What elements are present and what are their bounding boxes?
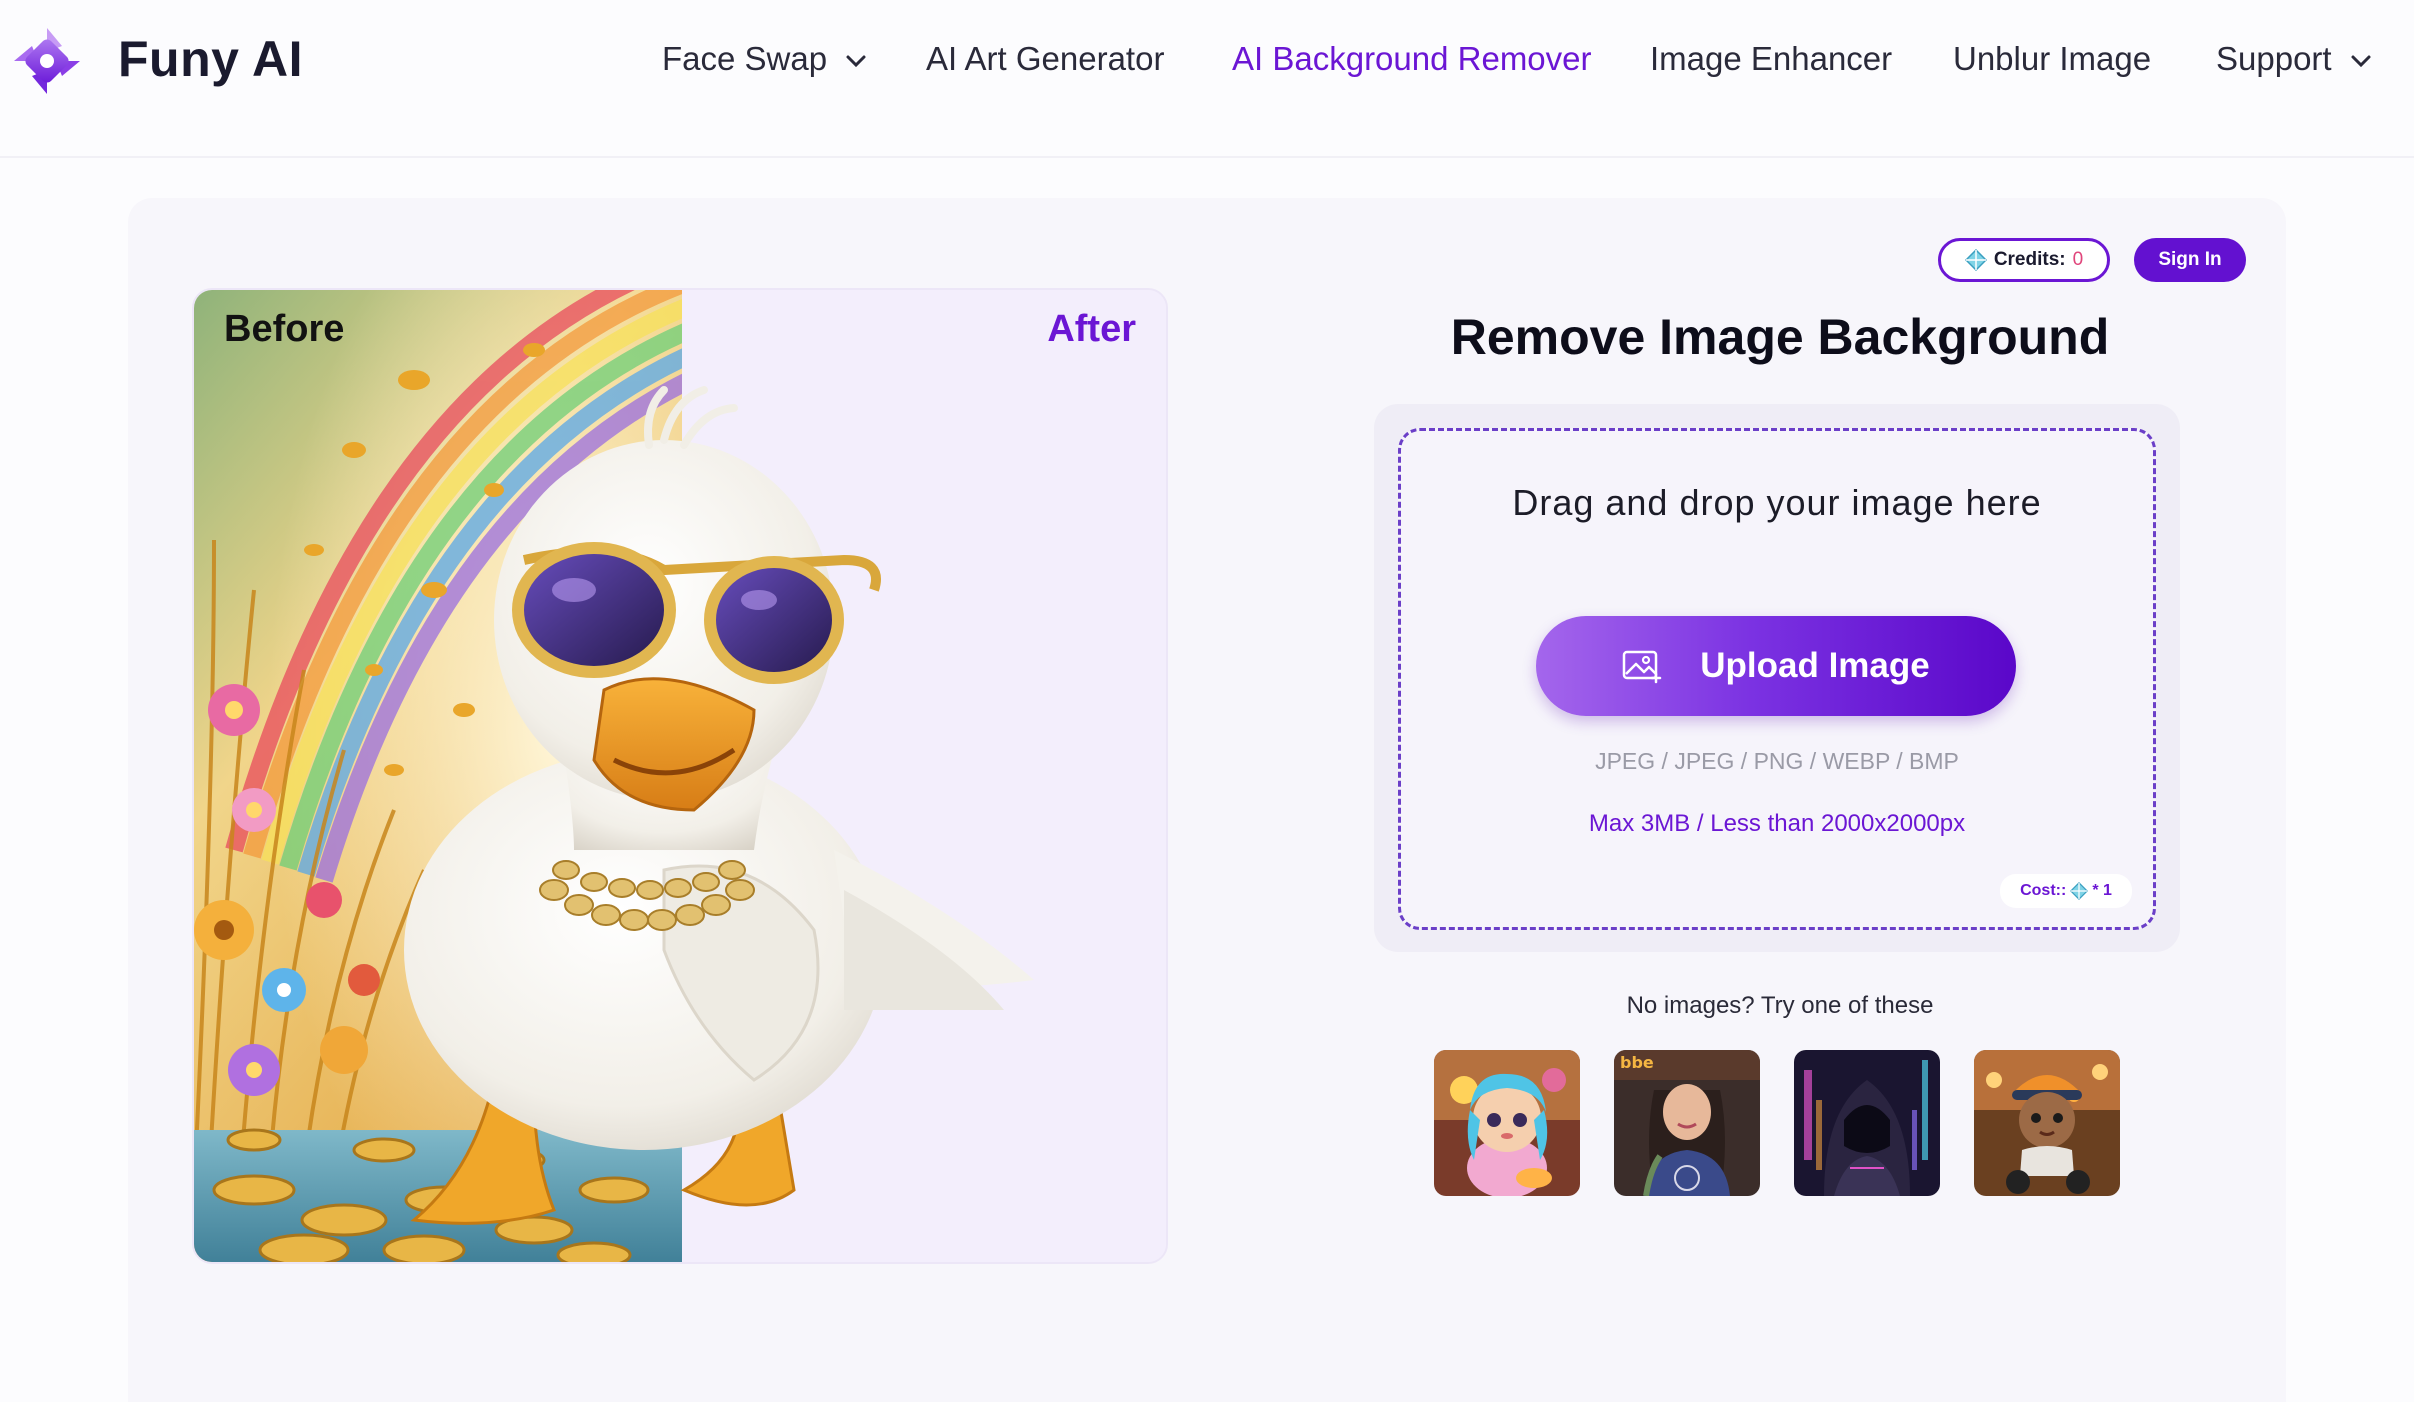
duck-comparison-image	[194, 290, 1166, 1262]
nav-image-enhancer-label: Image Enhancer	[1650, 40, 1893, 77]
chevron-down-icon	[846, 55, 866, 68]
nav-ai-art-generator[interactable]: AI Art Generator	[926, 40, 1164, 78]
samples-prompt: No images? Try one of these	[1626, 992, 1934, 1019]
size-limits: Max 3MB / Less than 2000x2000px	[1588, 810, 1966, 837]
nav-support-label: Support	[2216, 40, 2332, 77]
nav-ai-background-remover[interactable]: AI Background Remover	[1232, 40, 1592, 78]
upload-image-label: Upload Image	[1700, 646, 1930, 685]
image-add-icon	[1623, 650, 1662, 684]
svg-text:bbe: bbe	[1620, 1053, 1654, 1072]
sample-tattooed-woman[interactable]: bbe	[1614, 1050, 1760, 1196]
diamond-icon	[1964, 249, 1987, 271]
supported-formats: JPEG / JPEG / PNG / WEBP / BMP	[1595, 748, 1959, 774]
cost-badge: Cost:: * 1	[2000, 874, 2132, 908]
upload-image-button[interactable]: Upload Image	[1536, 616, 2016, 716]
chevron-down-icon	[2351, 55, 2371, 68]
nav-unblur-image-label: Unblur Image	[1953, 40, 2152, 77]
before-label: Before	[224, 308, 345, 350]
cost-label: Cost::	[2020, 882, 2067, 899]
nav-ai-art-generator-label: AI Art Generator	[926, 40, 1165, 77]
nav-face-swap-label: Face Swap	[662, 40, 828, 77]
top-navbar: Funy AI Face Swap AI Art Generator AI Ba…	[0, 0, 2414, 158]
sign-in-button[interactable]: Sign In	[2134, 238, 2246, 282]
nav-image-enhancer[interactable]: Image Enhancer	[1650, 40, 1892, 78]
drop-zone-text: Drag and drop your image here	[1512, 482, 2042, 523]
sample-boy-on-scooter[interactable]	[1974, 1050, 2120, 1196]
credits-label: Credits:	[1993, 249, 2066, 270]
credits-badge[interactable]: Credits: 0	[1938, 238, 2110, 282]
nav-unblur-image[interactable]: Unblur Image	[1953, 40, 2151, 78]
brand-name[interactable]: Funy AI	[118, 30, 303, 88]
pinwheel-logo-icon[interactable]	[8, 22, 86, 100]
sample-hooded-figure[interactable]	[1794, 1050, 1940, 1196]
after-label: After	[1047, 308, 1136, 350]
nav-face-swap[interactable]: Face Swap	[662, 40, 867, 78]
sample-cartoon-girl[interactable]	[1434, 1050, 1580, 1196]
cost-value: * 1	[2092, 882, 2112, 899]
credits-count: 0	[2072, 249, 2084, 270]
nav-ai-background-remover-label: AI Background Remover	[1232, 40, 1592, 77]
diamond-icon	[2070, 882, 2089, 900]
before-after-preview[interactable]: Before After	[192, 288, 1168, 1264]
nav-support[interactable]: Support	[2216, 40, 2372, 78]
page-title: Remove Image Background	[1450, 309, 2110, 365]
